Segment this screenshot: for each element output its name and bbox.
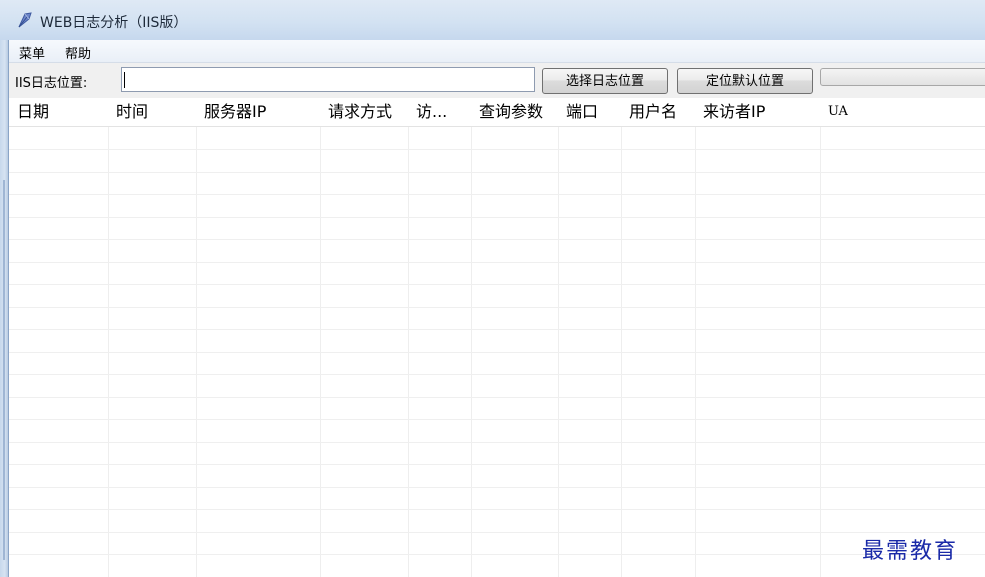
watermark-text: 最需教育 — [862, 539, 959, 564]
menu-bar: 菜单 帮助 — [9, 40, 985, 63]
row-divider — [9, 487, 985, 488]
title-bar[interactable]: WEB日志分析（IIS版） — [0, 0, 985, 40]
row-divider — [9, 172, 985, 173]
row-divider — [9, 442, 985, 443]
row-divider — [9, 239, 985, 240]
column-header-server-ip[interactable]: 服务器IP — [196, 98, 320, 126]
app-window: WEB日志分析（IIS版） 菜单 帮助 IIS日志位置: 选择日志位置 定位默认… — [0, 0, 985, 577]
toolbar: IIS日志位置: 选择日志位置 定位默认位置 — [9, 63, 985, 98]
text-caret — [124, 72, 125, 88]
menu-item-help[interactable]: 帮助 — [61, 43, 95, 62]
column-header-port[interactable]: 端口 — [558, 98, 621, 126]
client-area: 菜单 帮助 IIS日志位置: 选择日志位置 定位默认位置 日期 时间 服务器IP… — [9, 40, 985, 577]
row-divider — [9, 464, 985, 465]
feather-app-icon — [18, 12, 32, 28]
row-divider — [9, 419, 985, 420]
column-header-date[interactable]: 日期 — [9, 98, 108, 126]
row-divider — [9, 509, 985, 510]
row-divider — [9, 554, 985, 555]
log-path-input[interactable] — [121, 67, 535, 92]
log-table[interactable]: 日期 时间 服务器IP 请求方式 访... 查询参数 端口 用户名 来访者IP … — [9, 98, 985, 577]
locate-default-location-button[interactable]: 定位默认位置 — [677, 68, 813, 94]
row-divider — [9, 329, 985, 330]
left-border-accent — [3, 180, 5, 560]
row-divider — [9, 262, 985, 263]
log-path-label: IIS日志位置: — [15, 76, 88, 91]
row-divider — [9, 149, 985, 150]
column-header-method[interactable]: 请求方式 — [320, 98, 408, 126]
menu-item-menu[interactable]: 菜单 — [15, 43, 49, 62]
column-header-time[interactable]: 时间 — [108, 98, 196, 126]
column-header-ua[interactable]: UA — [820, 98, 985, 126]
window-title: WEB日志分析（IIS版） — [40, 15, 188, 31]
window-left-border — [0, 40, 9, 577]
progress-bar — [820, 68, 985, 86]
row-divider — [9, 397, 985, 398]
row-divider — [9, 217, 985, 218]
table-header: 日期 时间 服务器IP 请求方式 访... 查询参数 端口 用户名 来访者IP … — [9, 98, 985, 127]
column-header-access[interactable]: 访... — [408, 98, 471, 126]
row-divider — [9, 284, 985, 285]
select-log-location-button[interactable]: 选择日志位置 — [542, 68, 668, 94]
row-divider — [9, 194, 985, 195]
row-divider — [9, 307, 985, 308]
column-header-client-ip[interactable]: 来访者IP — [695, 98, 820, 126]
row-divider — [9, 374, 985, 375]
column-header-query[interactable]: 查询参数 — [471, 98, 558, 126]
row-divider — [9, 532, 985, 533]
row-divider — [9, 352, 985, 353]
column-header-username[interactable]: 用户名 — [621, 98, 695, 126]
